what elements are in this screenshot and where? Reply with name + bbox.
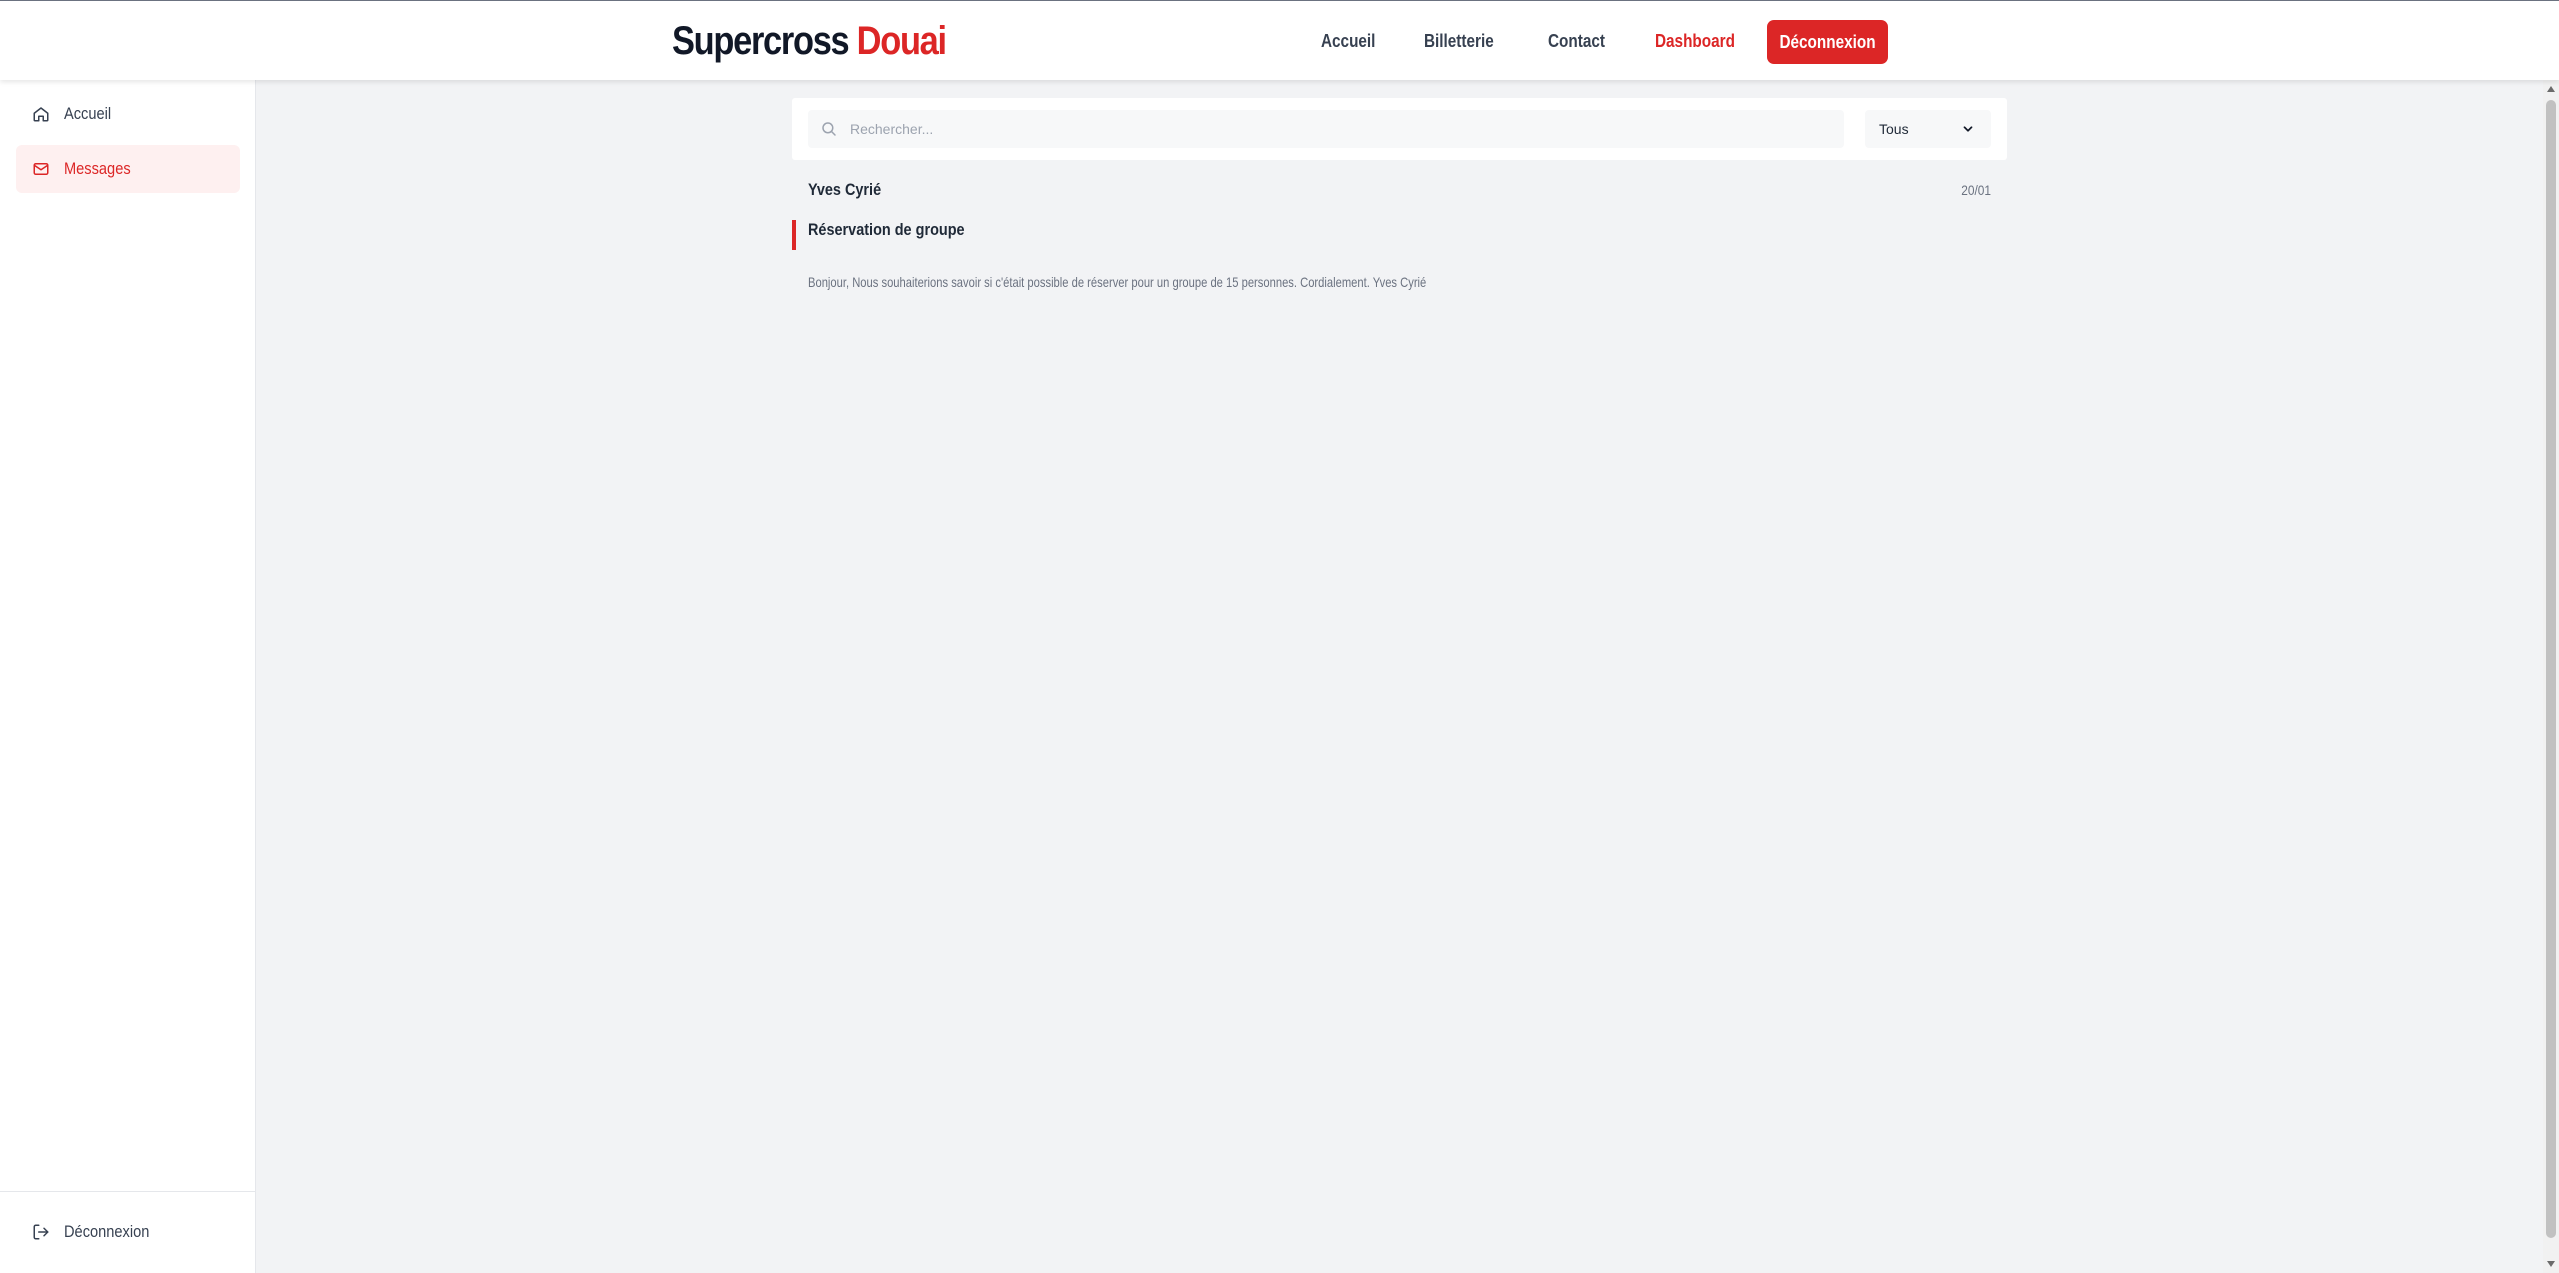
message-accent-bar: [792, 220, 796, 250]
mail-icon: [32, 160, 50, 178]
sidebar-item-label: Déconnexion: [64, 1222, 150, 1241]
nav-link-billetterie[interactable]: Billetterie: [1424, 31, 1494, 52]
scrollbar-thumb[interactable]: [2546, 100, 2556, 1238]
nav-link-accueil[interactable]: Accueil: [1321, 31, 1375, 52]
message-item[interactable]: Yves Cyrié 20/01 Réservation de groupe B…: [792, 172, 2007, 312]
sidebar-item-logout[interactable]: Déconnexion: [16, 1208, 240, 1256]
sidebar-divider: [0, 1191, 255, 1192]
sidebar-item-label: Accueil: [64, 104, 112, 123]
scroll-down-icon[interactable]: [2547, 1261, 2555, 1267]
filter-select[interactable]: Tous: [1865, 110, 1991, 148]
sidebar-item-messages[interactable]: Messages: [16, 145, 240, 193]
search-input[interactable]: [848, 120, 1812, 138]
message-toolbar: Tous: [792, 98, 2007, 160]
sidebar-item-accueil[interactable]: Accueil: [16, 90, 240, 138]
chevron-down-icon: [1959, 120, 1977, 138]
filter-selected-value: Tous: [1879, 121, 1909, 137]
nav-link-contact[interactable]: Contact: [1548, 31, 1605, 52]
header-logout-label: Déconnexion: [1779, 31, 1876, 52]
logout-icon: [32, 1223, 50, 1241]
message-date: 20/01: [1961, 182, 1991, 198]
nav-link-dashboard[interactable]: Dashboard: [1655, 31, 1735, 52]
logo-accent-text: Douai: [856, 19, 947, 63]
home-icon: [32, 105, 50, 123]
scroll-up-icon[interactable]: [2547, 86, 2555, 92]
site-logo[interactable]: Supercross Douai: [672, 19, 947, 64]
search-icon: [820, 120, 838, 138]
page-scrollbar[interactable]: [2543, 80, 2559, 1273]
message-sender: Yves Cyrié: [808, 180, 882, 199]
message-body: Bonjour, Nous souhaiterions savoir si c'…: [808, 274, 1427, 290]
top-navbar: Supercross Douai Accueil Billetterie Con…: [0, 0, 2559, 80]
message-subject: Réservation de groupe: [808, 220, 965, 239]
sidebar: Accueil Messages Déconnexion: [0, 80, 256, 1273]
sidebar-item-label: Messages: [64, 159, 131, 178]
search-box[interactable]: [808, 110, 1844, 148]
logo-primary-text: Supercross: [672, 19, 850, 63]
header-logout-button[interactable]: Déconnexion: [1767, 20, 1888, 64]
